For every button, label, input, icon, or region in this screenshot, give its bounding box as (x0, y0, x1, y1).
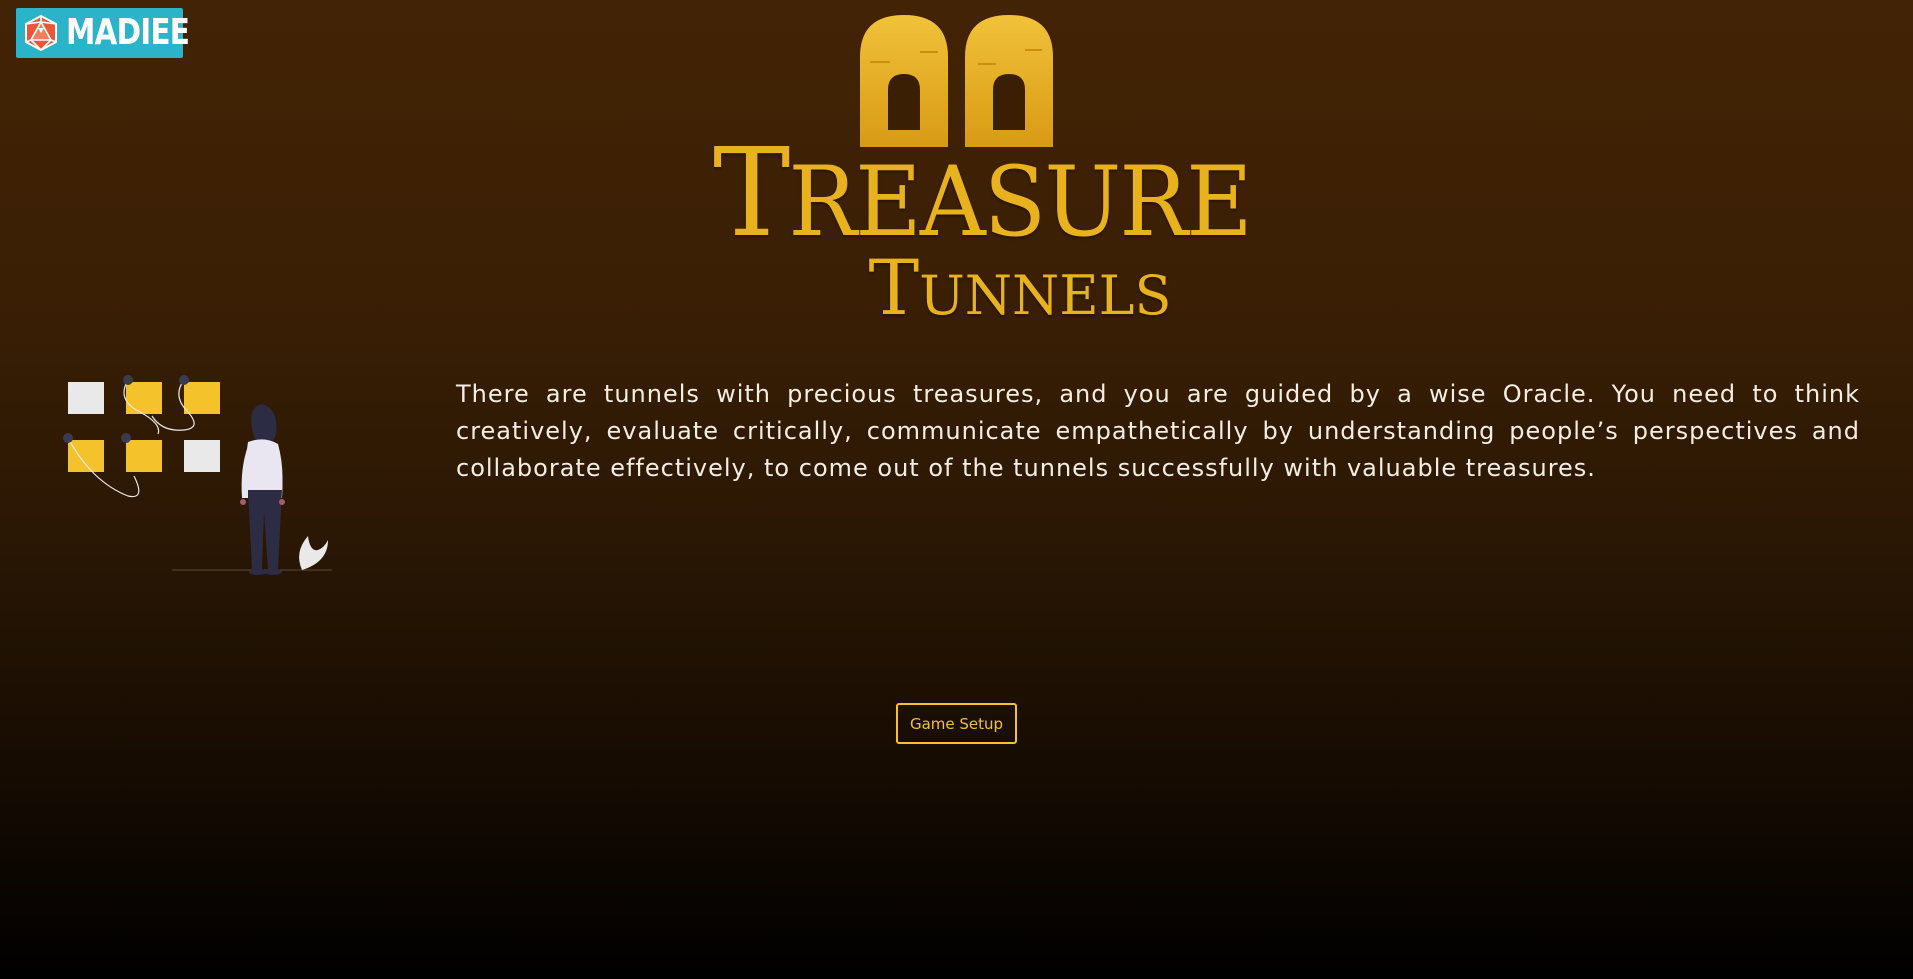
brand-logo[interactable]: MADIEE (16, 8, 190, 58)
person-viewing-board-illustration (63, 375, 332, 575)
game-setup-button[interactable]: Game Setup (896, 703, 1017, 744)
tunnel-arches-icon (860, 15, 1053, 147)
d20-dice-icon (22, 14, 60, 52)
title-line-2: TUNNELS (868, 243, 1172, 332)
title-line-1: TREASURE (713, 122, 1253, 264)
game-logo: TREASURE TUNNELS (700, 12, 1253, 326)
game-title: TREASURE TUNNELS (700, 122, 1253, 332)
brand-name: MADIEE (66, 12, 190, 53)
game-description: There are tunnels with precious treasure… (456, 380, 1860, 482)
